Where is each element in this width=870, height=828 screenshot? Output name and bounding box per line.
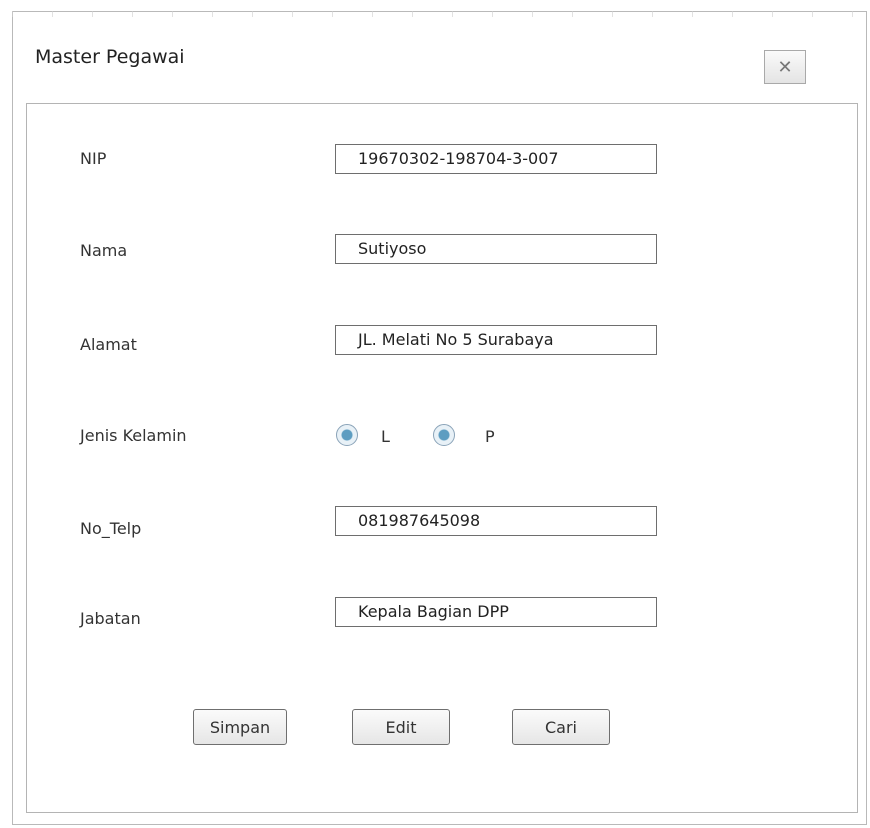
close-icon: ✕	[777, 56, 793, 78]
nip-label: NIP	[80, 149, 107, 168]
simpan-button[interactable]: Simpan	[193, 709, 287, 745]
nama-field[interactable]: Sutiyoso	[335, 234, 657, 264]
no-telp-field[interactable]: 081987645098	[335, 506, 657, 536]
window-top-border	[12, 11, 867, 17]
nip-field[interactable]: 19670302-198704-3-007	[335, 144, 657, 174]
alamat-field[interactable]: JL. Melati No 5 Surabaya	[335, 325, 657, 355]
no-telp-label: No_Telp	[80, 519, 142, 538]
radio-p[interactable]	[433, 424, 455, 446]
close-button[interactable]: ✕	[764, 50, 806, 84]
nama-label: Nama	[80, 241, 128, 260]
jabatan-label: Jabatan	[80, 609, 141, 628]
cari-button[interactable]: Cari	[512, 709, 610, 745]
radio-l[interactable]	[336, 424, 358, 446]
radio-p-label: P	[485, 427, 495, 446]
radio-l-label: L	[381, 427, 390, 446]
alamat-label: Alamat	[80, 335, 137, 354]
jabatan-field[interactable]: Kepala Bagian DPP	[335, 597, 657, 627]
jenis-kelamin-label: Jenis Kelamin	[80, 426, 187, 445]
edit-button[interactable]: Edit	[352, 709, 450, 745]
form-panel	[26, 103, 858, 813]
dialog-title: Master Pegawai	[35, 46, 185, 68]
